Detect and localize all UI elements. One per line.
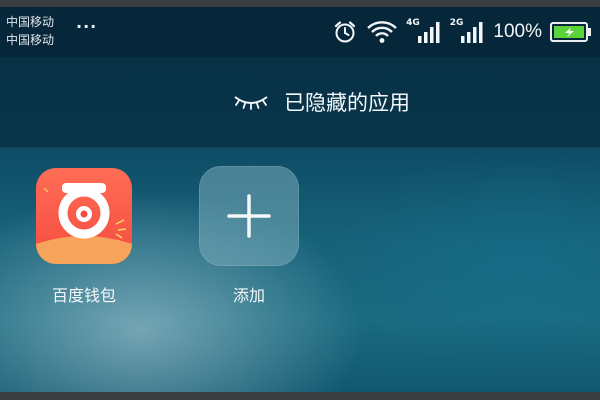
baidu-wallet-icon[interactable] — [36, 168, 132, 264]
hidden-apps-screen: 中国移动 中国移动 ··· 4G 2G 100% 已隐藏的应用 百度钱包 添加 — [0, 0, 600, 400]
battery-percentage: 100% — [493, 21, 542, 42]
battery-icon — [550, 21, 592, 43]
carrier-1-label: 中国移动 — [6, 15, 55, 29]
add-app-button[interactable]: 添加 — [189, 166, 309, 306]
status-icons: 4G 2G 100% — [324, 15, 592, 49]
plus-icon[interactable] — [199, 166, 299, 266]
top-edge — [0, 0, 600, 7]
closed-eye-icon — [232, 93, 270, 111]
page-title: 已隐藏的应用 — [232, 87, 410, 117]
alarm-icon — [332, 19, 358, 45]
carrier-2-label: 中国移动 — [6, 33, 55, 47]
bottom-edge — [0, 392, 600, 400]
notification-more-indicator: ··· — [76, 17, 98, 36]
network-type-2: 2G — [449, 18, 464, 28]
app-label: 百度钱包 — [51, 286, 116, 305]
app-label: 添加 — [232, 286, 265, 305]
app-baidu-wallet[interactable]: 百度钱包 — [24, 168, 144, 306]
header-bar: 已隐藏的应用 — [0, 57, 600, 148]
wifi-icon — [366, 19, 398, 45]
network-type-1: 4G — [406, 18, 420, 28]
signal-1: 4G — [406, 18, 442, 45]
signal-2: 2G — [449, 18, 486, 45]
page-title-text: 已隐藏的应用 — [284, 91, 410, 115]
status-bar: 中国移动 中国移动 ··· 4G 2G 100% — [0, 7, 600, 57]
